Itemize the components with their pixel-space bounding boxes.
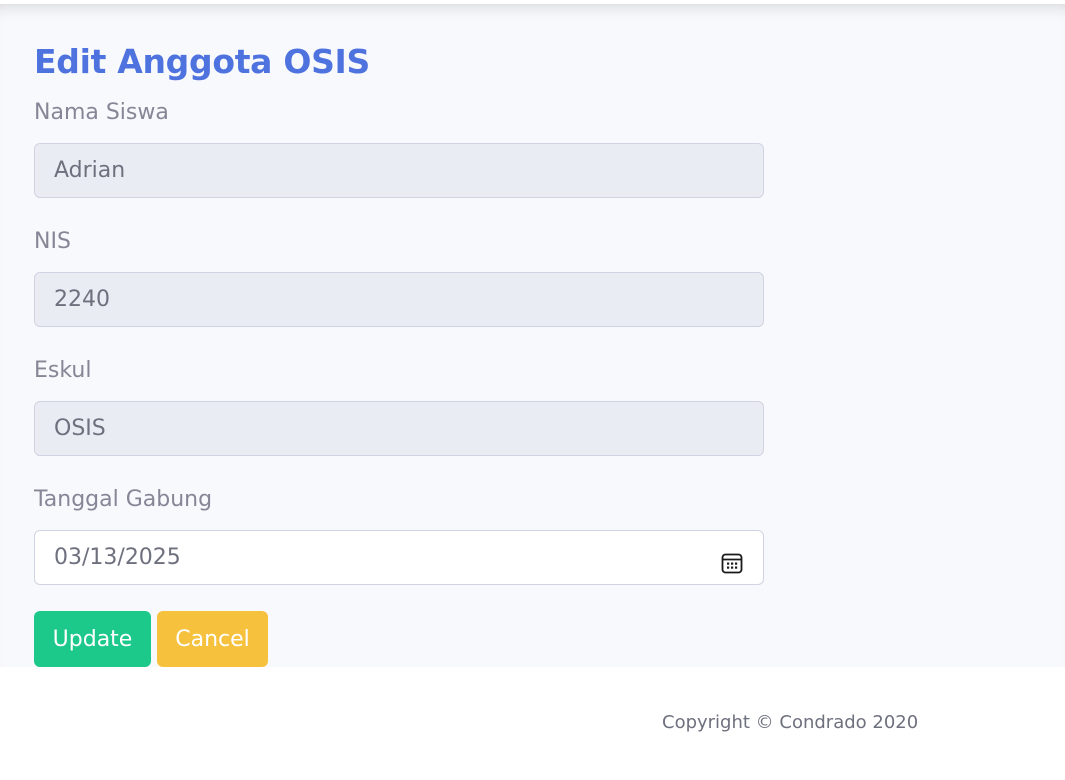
tanggal-gabung-input[interactable] (34, 530, 764, 585)
page-title: Edit Anggota OSIS (34, 42, 370, 81)
calendar-icon[interactable] (720, 551, 744, 575)
footer: Copyright © Condrado 2020 (0, 667, 1065, 780)
nama-siswa-input[interactable] (34, 143, 764, 198)
nis-input[interactable] (34, 272, 764, 327)
main-content: Edit Anggota OSIS Nama Siswa NIS Eskul T… (0, 4, 1065, 667)
eskul-label: Eskul (34, 358, 92, 383)
update-button[interactable]: Update (34, 611, 151, 667)
nama-siswa-label: Nama Siswa (34, 100, 169, 125)
cancel-button[interactable]: Cancel (157, 611, 268, 667)
nis-label: NIS (34, 229, 71, 254)
copyright-text: Copyright © Condrado 2020 (662, 712, 919, 733)
tanggal-gabung-label: Tanggal Gabung (34, 487, 213, 512)
eskul-input[interactable] (34, 401, 764, 456)
